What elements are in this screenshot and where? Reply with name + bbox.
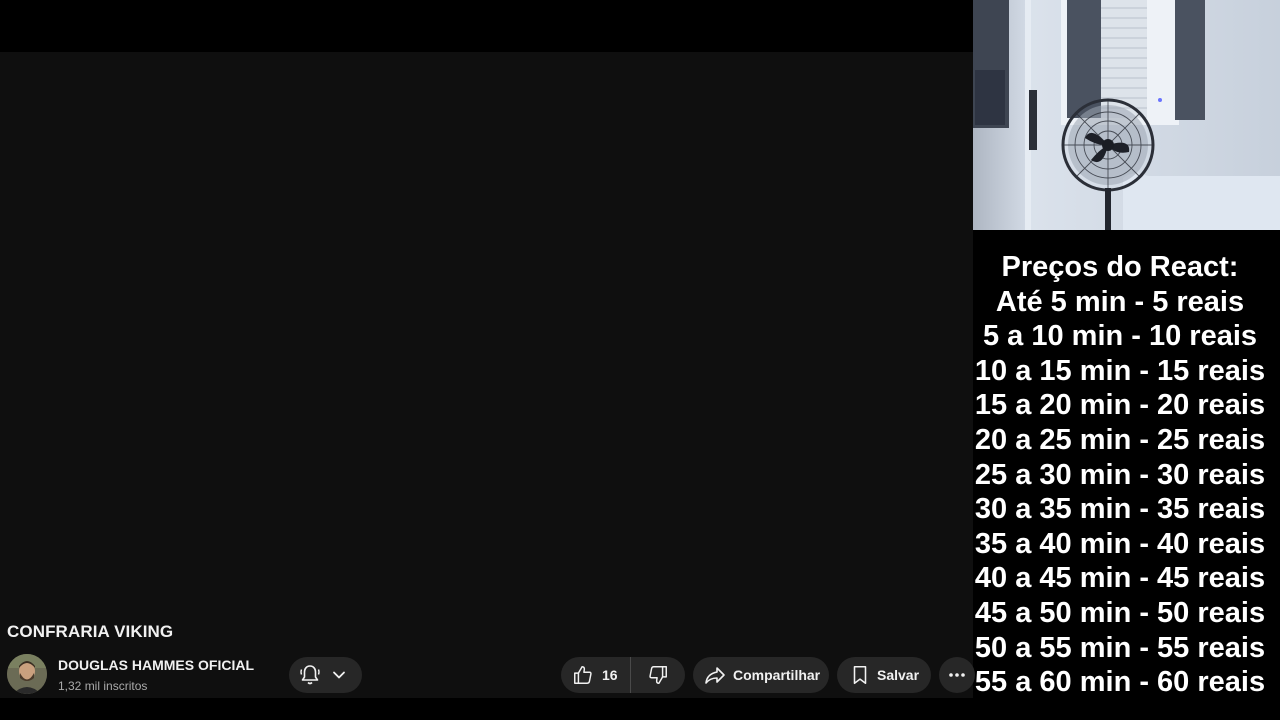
thumbs-up-icon <box>572 664 594 686</box>
channel-name[interactable]: DOUGLAS HAMMES OFICIAL <box>58 657 254 673</box>
like-dislike-group: 16 <box>561 657 685 693</box>
price-line: 40 a 45 min - 45 reais <box>974 562 1266 595</box>
price-line: 30 a 35 min - 35 reais <box>974 493 1266 526</box>
price-line: 50 a 55 min - 55 reais <box>974 631 1266 664</box>
video-title: CONFRARIA VIKING <box>7 622 174 641</box>
price-line: 55 a 60 min - 60 reais <box>974 666 1266 699</box>
price-line: 35 a 40 min - 40 reais <box>974 527 1266 560</box>
bookmark-icon <box>849 664 871 686</box>
channel-avatar[interactable] <box>7 654 47 694</box>
share-label: Compartilhar <box>733 667 821 683</box>
price-line: 10 a 15 min - 15 reais <box>974 354 1266 387</box>
notification-bell-icon <box>298 663 322 687</box>
subscription-notification-button[interactable] <box>289 657 362 693</box>
subscriber-count: 1,32 mil inscritos <box>58 679 148 693</box>
price-line: 15 a 20 min - 20 reais <box>974 389 1266 422</box>
webcam-scene-image <box>973 0 1280 230</box>
price-list-overlay: Preços do React: Até 5 min - 5 reais 5 a… <box>960 250 1280 700</box>
avatar-image <box>7 654 47 694</box>
webcam-overlay <box>973 0 1280 230</box>
screen: CONFRARIA VIKING DOUGLAS HAMMES OFICIAL … <box>0 0 1280 720</box>
thumbs-down-icon <box>647 664 669 686</box>
bottom-edge <box>0 698 1280 720</box>
price-line: 5 a 10 min - 10 reais <box>982 320 1258 353</box>
like-count: 16 <box>602 667 618 683</box>
price-line: 45 a 50 min - 50 reais <box>974 596 1266 629</box>
price-line: 20 a 25 min - 25 reais <box>974 423 1266 456</box>
save-button[interactable]: Salvar <box>837 657 931 693</box>
price-line: Preços do React: <box>1001 251 1239 283</box>
share-arrow-icon <box>703 663 727 687</box>
save-label: Salvar <box>877 667 920 683</box>
dislike-button[interactable] <box>631 657 685 693</box>
chevron-down-icon <box>330 666 348 684</box>
price-line: Até 5 min - 5 reais <box>995 285 1245 318</box>
share-button[interactable]: Compartilhar <box>693 657 829 693</box>
like-button[interactable]: 16 <box>561 657 631 693</box>
price-line: 25 a 30 min - 30 reais <box>974 458 1266 491</box>
video-player[interactable] <box>0 52 973 612</box>
